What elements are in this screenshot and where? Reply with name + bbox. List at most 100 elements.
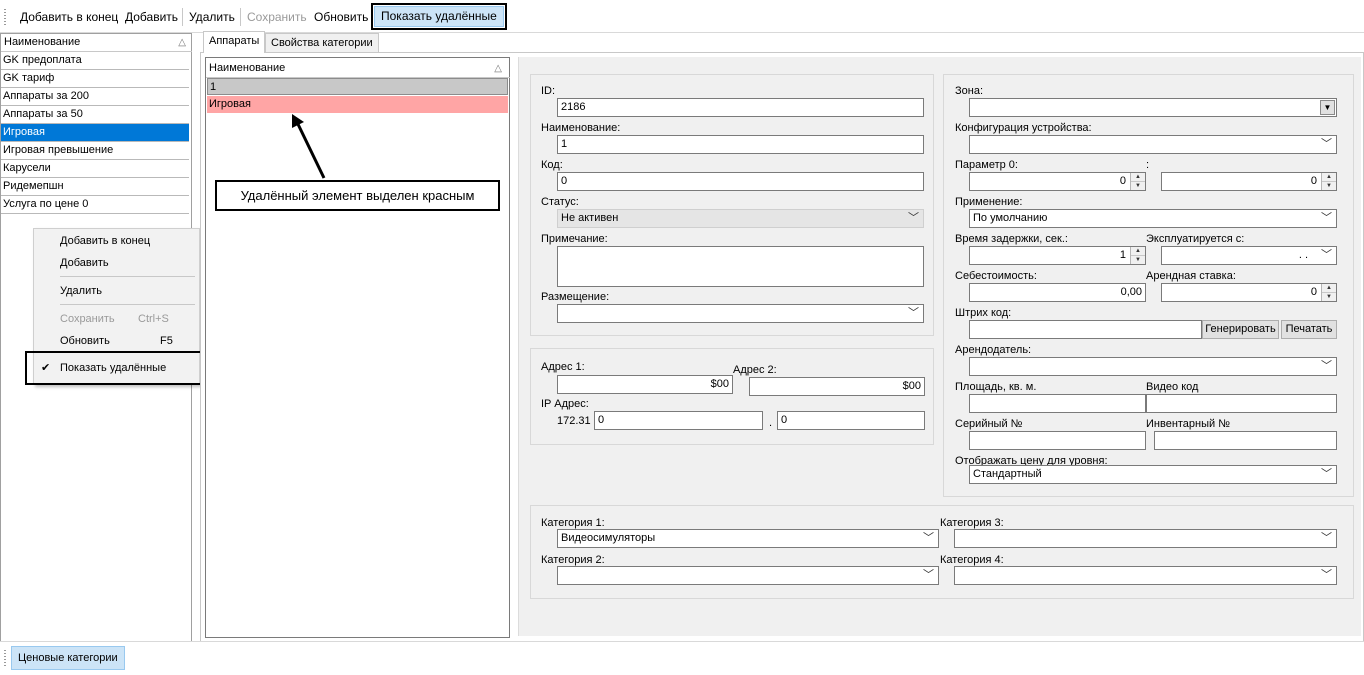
generate-button[interactable]: Генерировать <box>1202 320 1279 339</box>
list-item[interactable]: Услуга по цене 0 <box>1 196 189 214</box>
print-button[interactable]: Печатать <box>1281 320 1337 339</box>
status-select[interactable]: Не активен ﹀ <box>557 209 924 228</box>
list-item[interactable]: GK предоплата <box>1 52 189 70</box>
spin-up-icon: ▲ <box>1322 284 1336 293</box>
ip-label: IP Адрес: <box>541 398 589 410</box>
chevron-down-icon: ﹀ <box>923 532 934 544</box>
name-field[interactable]: 1 <box>557 135 924 154</box>
list-item-deleted[interactable]: Игровая <box>207 96 508 113</box>
rent-value: 0 <box>1310 286 1317 298</box>
chevron-down-icon: ﹀ <box>908 212 919 224</box>
chevron-down-icon: ﹀ <box>1321 249 1332 261</box>
placement-select[interactable]: ﹀ <box>557 304 924 323</box>
price-level-select[interactable]: Стандартный ﹀ <box>969 465 1337 484</box>
menu-add-label: Добавить <box>60 257 109 269</box>
usage-select[interactable]: По умолчанию ﹀ <box>969 209 1337 228</box>
delay-stepper[interactable]: 1 ▲ ▼ <box>969 246 1146 265</box>
list-item[interactable]: GK тариф <box>1 70 189 88</box>
list-item[interactable]: Карусели <box>1 160 189 178</box>
id-label: ID: <box>541 85 556 97</box>
spin-buttons[interactable]: ▲ ▼ <box>1130 247 1145 264</box>
config-select[interactable]: ﹀ <box>969 135 1337 154</box>
ip-part1-field[interactable]: 0 <box>594 411 763 430</box>
usage-value: По умолчанию <box>973 212 1048 224</box>
tab-devices[interactable]: Аппараты <box>203 31 266 53</box>
menu-refresh[interactable]: Обновить F5 <box>34 331 199 351</box>
save-button[interactable]: Сохранить <box>247 8 307 26</box>
list-item[interactable]: Игровая превышение <box>1 142 189 160</box>
toolbar-separator <box>240 8 241 26</box>
column-header-name[interactable]: Наименование △ <box>206 60 510 78</box>
tab-category-properties[interactable]: Свойства категории <box>265 33 379 53</box>
note-field[interactable] <box>557 246 924 287</box>
name-label: Наименование: <box>541 122 621 134</box>
toolbar-separator <box>182 8 183 26</box>
usage-label: Применение: <box>955 196 1023 208</box>
list-item[interactable]: Ридемепшн <box>1 178 189 196</box>
category3-select[interactable]: ﹀ <box>954 529 1337 548</box>
category2-select[interactable]: ﹀ <box>557 566 939 585</box>
serial-label: Серийный № <box>955 418 1023 430</box>
add-to-end-button[interactable]: Добавить в конец <box>20 8 118 26</box>
address1-field[interactable]: $00 <box>557 375 733 394</box>
column-header-name[interactable]: Наименование △ <box>1 34 192 52</box>
list-item[interactable]: Аппараты за 50 <box>1 106 189 124</box>
menu-save[interactable]: Сохранить Ctrl+S <box>34 309 199 329</box>
menu-separator <box>60 276 195 277</box>
add-button[interactable]: Добавить <box>125 8 178 26</box>
list-item-selected[interactable]: Игровая <box>1 124 189 142</box>
device-form: ID: 2186 Наименование: 1 Код: 0 Статус: … <box>518 57 1361 636</box>
menu-save-shortcut: Ctrl+S <box>138 313 169 325</box>
menu-add[interactable]: Добавить <box>34 253 199 273</box>
device-list: Наименование △ 1 Игровая <box>205 57 510 638</box>
rent-stepper[interactable]: 0 ▲ ▼ <box>1161 283 1337 302</box>
barcode-field[interactable] <box>969 320 1202 339</box>
operated-date-picker[interactable]: . . ﹀ <box>1161 246 1337 265</box>
operated-label: Эксплуатируется с: <box>1146 233 1245 245</box>
dropdown-arrow-icon: ▼ <box>1320 100 1335 115</box>
menu-refresh-label: Обновить <box>60 335 110 347</box>
spin-buttons[interactable]: ▲ ▼ <box>1321 284 1336 301</box>
category4-select[interactable]: ﹀ <box>954 566 1337 585</box>
zone-select[interactable]: ▼ <box>969 98 1337 117</box>
cost-field[interactable]: 0,00 <box>969 283 1146 302</box>
landlord-label: Арендодатель: <box>955 344 1032 356</box>
chevron-down-icon: ﹀ <box>1321 360 1332 372</box>
placement-label: Размещение: <box>541 291 610 303</box>
price-level-value: Стандартный <box>973 468 1042 480</box>
ip-part2-field[interactable]: 0 <box>777 411 925 430</box>
operated-value: . . <box>1298 249 1308 261</box>
menu-separator <box>60 304 195 305</box>
list-item[interactable]: Аппараты за 200 <box>1 88 189 106</box>
code-field[interactable]: 0 <box>557 172 924 191</box>
menu-refresh-shortcut: F5 <box>160 335 173 347</box>
inventory-field[interactable] <box>1154 431 1337 450</box>
serial-field[interactable] <box>969 431 1146 450</box>
price-categories-button[interactable]: Ценовые категории <box>11 646 125 670</box>
menu-add-to-end-label: Добавить в конец <box>60 235 151 247</box>
param0b-stepper[interactable]: 0 ▲ ▼ <box>1161 172 1337 191</box>
sort-ascending-icon: △ <box>494 63 502 74</box>
refresh-button[interactable]: Обновить <box>314 8 368 26</box>
spin-up-icon: ▲ <box>1322 173 1336 182</box>
spin-down-icon: ▼ <box>1135 257 1141 263</box>
id-field[interactable]: 2186 <box>557 98 924 117</box>
category1-select[interactable]: Видеосимуляторы ﹀ <box>557 529 939 548</box>
spin-buttons[interactable]: ▲ ▼ <box>1130 173 1145 190</box>
tab-strip: Аппараты Свойства категории <box>200 31 1362 53</box>
delay-label: Время задержки, сек.: <box>955 233 1068 245</box>
inventory-label: Инвентарный № <box>1146 418 1231 430</box>
delete-button[interactable]: Удалить <box>189 8 235 26</box>
ip-dot: . <box>769 417 773 429</box>
menu-add-to-end[interactable]: Добавить в конец <box>34 231 199 251</box>
video-code-field[interactable] <box>1146 394 1337 413</box>
list-item[interactable]: 1 <box>207 78 508 95</box>
toolbar-grip[interactable] <box>4 9 6 25</box>
statusbar-grip[interactable] <box>4 650 6 666</box>
menu-delete[interactable]: Удалить <box>34 281 199 301</box>
param0-stepper[interactable]: 0 ▲ ▼ <box>969 172 1146 191</box>
area-field[interactable] <box>969 394 1146 413</box>
spin-buttons[interactable]: ▲ ▼ <box>1321 173 1336 190</box>
landlord-select[interactable]: ﹀ <box>969 357 1337 376</box>
address2-field[interactable]: $00 <box>749 377 925 396</box>
